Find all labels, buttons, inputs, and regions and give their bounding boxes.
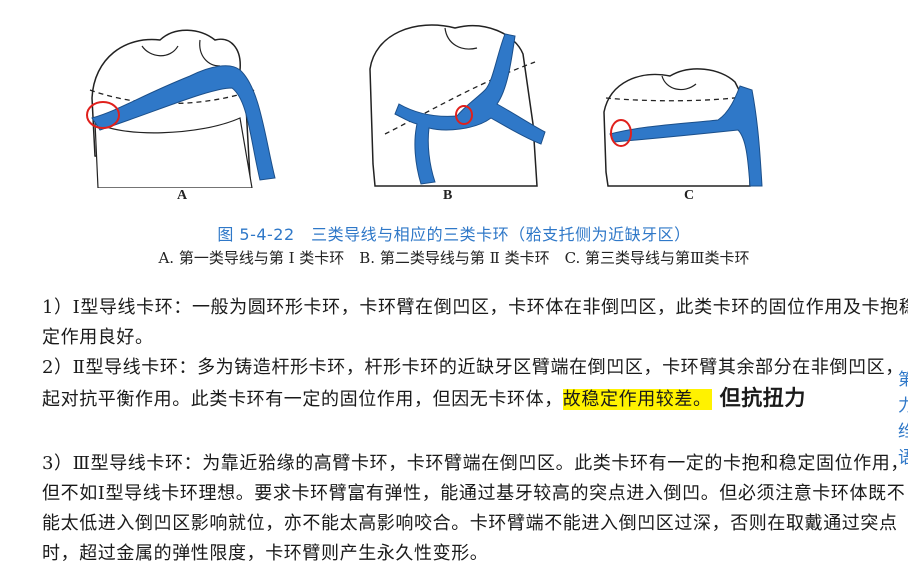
- paragraph-type-1-clasp: 1）Ⅰ型导线卡环：一般为圆环形卡环，卡环臂在倒凹区，卡环体在非倒凹区，此类卡环的…: [6, 293, 908, 353]
- figure: A B C: [0, 0, 908, 215]
- figure-caption: 图 5-4-22 三类导线与相应的三类卡环（𬌗支托侧为近缺牙区）: [217, 225, 691, 244]
- paragraph-text: 3）Ⅲ型导线卡环：为靠近𬌗缘的高臂卡环，卡环臂端在倒凹区。此类卡环有一定的卡抱和…: [42, 453, 908, 564]
- edge-fragment-2: 力: [898, 396, 908, 416]
- figure-subcaption: A. 第一类导线与第 Ⅰ 类卡环 B. 第二类导线与第 Ⅱ 类卡环 C. 第三类…: [158, 249, 750, 267]
- paragraph-type-2-clasp: 2）Ⅱ型导线卡环：多为铸造杆形卡环，杆形卡环的近缺牙区臂端在倒凹区，卡环臂其余部…: [6, 353, 908, 415]
- figure-label-a: A: [177, 188, 188, 203]
- figure-a-illustration: [86, 29, 276, 188]
- figure-b-illustration: [369, 24, 546, 187]
- figure-label-b: B: [443, 188, 453, 203]
- handwritten-note: 但抗扭力: [719, 386, 807, 410]
- paragraph-type-3-clasp: 3）Ⅲ型导线卡环：为靠近𬌗缘的高臂卡环，卡环臂端在倒凹区。此类卡环有一定的卡抱和…: [6, 449, 908, 569]
- edge-fragment-1: 第: [898, 370, 908, 390]
- figure-c-illustration: [603, 68, 763, 187]
- figure-label-c: C: [684, 188, 695, 203]
- edge-fragment-4: 语: [898, 448, 908, 468]
- highlighted-text: 故稳定作用较差。: [562, 389, 712, 410]
- paragraph-text: 1）Ⅰ型导线卡环：一般为圆环形卡环，卡环臂在倒凹区，卡环体在非倒凹区，此类卡环的…: [42, 297, 908, 348]
- edge-fragment-3: 绉: [898, 422, 908, 442]
